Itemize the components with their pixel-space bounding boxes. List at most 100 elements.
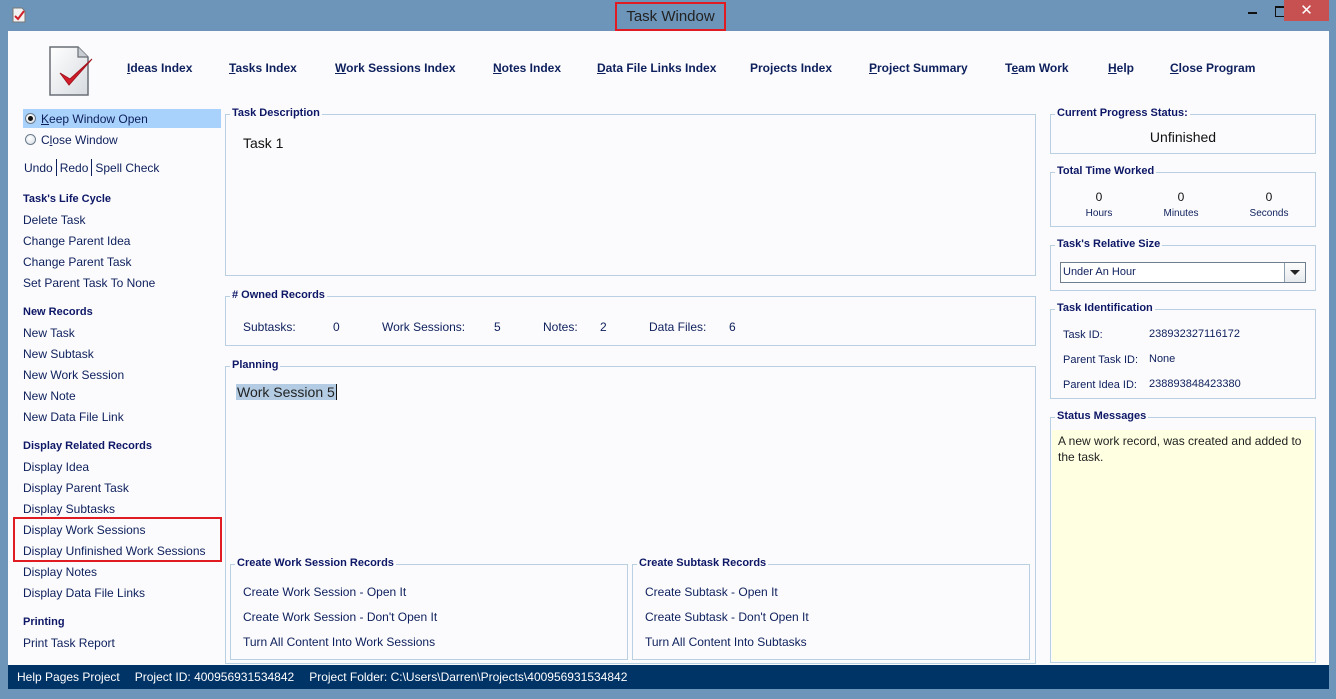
chevron-down-icon[interactable] bbox=[1284, 263, 1305, 282]
nav-project-summary[interactable]: Project Summary bbox=[869, 61, 968, 75]
nav-projects-index[interactable]: Projects Index bbox=[750, 61, 832, 75]
hours-label: Hours bbox=[1085, 208, 1113, 219]
edit-links: Undo Redo Spell Check bbox=[24, 159, 159, 178]
section-heading-life-cycle: Task's Life Cycle bbox=[23, 193, 112, 205]
title-bar: Task Window ✕ bbox=[0, 0, 1336, 31]
relative-size-panel: Task's Relative Size Under An Hour bbox=[1050, 238, 1316, 291]
planning-panel[interactable]: Planning Work Session 5 Create Work Sess… bbox=[225, 359, 1036, 664]
display-parent-task-link[interactable]: Display Parent Task bbox=[23, 481, 129, 495]
nav-close-program[interactable]: Close Program bbox=[1170, 61, 1255, 75]
owned-records-panel: # Owned Records Subtasks: 0 Work Session… bbox=[225, 289, 1036, 346]
new-subtask-link[interactable]: New Subtask bbox=[23, 347, 94, 361]
new-task-link[interactable]: New Task bbox=[23, 326, 75, 340]
nav-team-work[interactable]: Team Work bbox=[1005, 61, 1069, 75]
new-work-session-link[interactable]: New Work Session bbox=[23, 368, 124, 382]
top-nav: Ideas Index Tasks Index Work Sessions In… bbox=[8, 61, 1329, 81]
parent-task-id-value: None bbox=[1149, 353, 1176, 365]
create-subtask-open-link[interactable]: Create Subtask - Open It bbox=[645, 585, 778, 599]
window-title: Task Window bbox=[615, 2, 726, 31]
task-description-text[interactable]: Task 1 bbox=[243, 135, 283, 151]
relative-size-value: Under An Hour bbox=[1063, 266, 1136, 278]
change-parent-task-link[interactable]: Change Parent Task bbox=[23, 255, 132, 269]
radio-unselected-icon bbox=[25, 134, 36, 145]
task-id-label: Task ID: bbox=[1063, 329, 1103, 341]
turn-content-into-work-sessions-link[interactable]: Turn All Content Into Work Sessions bbox=[243, 635, 435, 649]
panel-title: Task Description bbox=[230, 107, 322, 119]
relative-size-dropdown[interactable]: Under An Hour bbox=[1060, 262, 1306, 283]
status-messages-panel: Status Messages A new work record, was c… bbox=[1050, 410, 1316, 663]
panel-title: Current Progress Status: bbox=[1055, 107, 1190, 119]
parent-task-id-label: Parent Task ID: bbox=[1063, 354, 1138, 366]
data-files-count: 6 bbox=[729, 320, 736, 334]
display-idea-link[interactable]: Display Idea bbox=[23, 460, 89, 474]
divider bbox=[55, 159, 57, 176]
panel-title: Create Subtask Records bbox=[637, 557, 769, 569]
task-id-value: 238932327116172 bbox=[1149, 328, 1240, 340]
new-note-link[interactable]: New Note bbox=[23, 389, 76, 403]
annotation-highlight-box bbox=[13, 517, 222, 562]
seconds-display: 0 Seconds bbox=[1234, 190, 1304, 219]
divider bbox=[91, 159, 93, 176]
keep-window-open-radio[interactable]: Keep Window Open bbox=[23, 109, 221, 128]
close-button[interactable]: ✕ bbox=[1284, 0, 1329, 21]
display-notes-link[interactable]: Display Notes bbox=[23, 565, 97, 579]
delete-task-link[interactable]: Delete Task bbox=[23, 213, 85, 227]
progress-status-value: Unfinished bbox=[1149, 129, 1217, 145]
display-data-file-links-link[interactable]: Display Data File Links bbox=[23, 586, 145, 600]
task-description-panel[interactable]: Task Description Task 1 bbox=[225, 107, 1036, 276]
radio-selected-icon bbox=[25, 113, 36, 124]
window-client: Ideas Index Tasks Index Work Sessions In… bbox=[8, 31, 1329, 665]
data-files-count-label: Data Files: bbox=[649, 320, 707, 334]
create-work-session-panel: Create Work Session Records Create Work … bbox=[230, 557, 628, 660]
task-identification-panel: Task Identification Task ID: 23893232711… bbox=[1050, 302, 1316, 399]
section-heading-display-related: Display Related Records bbox=[23, 440, 152, 452]
change-parent-idea-link[interactable]: Change Parent Idea bbox=[23, 234, 130, 248]
nav-work-sessions-index[interactable]: Work Sessions Index bbox=[335, 61, 456, 75]
seconds-value: 0 bbox=[1265, 190, 1273, 204]
nav-ideas-index[interactable]: Ideas Index bbox=[127, 61, 192, 75]
panel-title: Planning bbox=[230, 359, 281, 371]
display-subtasks-link[interactable]: Display Subtasks bbox=[23, 502, 115, 516]
project-name: Help Pages Project bbox=[17, 670, 120, 684]
create-work-session-dont-open-link[interactable]: Create Work Session - Don't Open It bbox=[243, 610, 437, 624]
progress-status-panel: Current Progress Status: Unfinished bbox=[1050, 107, 1316, 154]
spell-check-link[interactable]: Spell Check bbox=[95, 161, 159, 178]
nav-notes-index[interactable]: Notes Index bbox=[493, 61, 561, 75]
work-sessions-count-label: Work Sessions: bbox=[382, 320, 466, 334]
turn-content-into-subtasks-link[interactable]: Turn All Content Into Subtasks bbox=[645, 635, 807, 649]
nav-tasks-index[interactable]: Tasks Index bbox=[229, 61, 297, 75]
new-data-file-link-link[interactable]: New Data File Link bbox=[23, 410, 124, 424]
notes-count: 2 bbox=[600, 320, 607, 334]
subtasks-count: 0 bbox=[333, 320, 340, 334]
set-parent-task-none-link[interactable]: Set Parent Task To None bbox=[23, 276, 155, 290]
panel-title: Task's Relative Size bbox=[1055, 238, 1163, 250]
section-heading-new-records: New Records bbox=[23, 306, 93, 318]
minimize-button[interactable] bbox=[1238, 0, 1266, 21]
status-bar: Help Pages Project Project ID: 400956931… bbox=[8, 665, 1329, 689]
project-id: Project ID: 400956931534842 bbox=[134, 670, 295, 684]
create-subtask-panel: Create Subtask Records Create Subtask - … bbox=[632, 557, 1030, 660]
panel-title: Status Messages bbox=[1055, 410, 1149, 422]
create-work-session-open-link[interactable]: Create Work Session - Open It bbox=[243, 585, 406, 599]
panel-title: Task Identification bbox=[1055, 302, 1155, 314]
nav-help[interactable]: Help bbox=[1108, 61, 1134, 75]
undo-link[interactable]: Undo bbox=[24, 161, 53, 178]
minutes-display: 0 Minutes bbox=[1146, 190, 1216, 219]
nav-data-file-links-index[interactable]: Data File Links Index bbox=[597, 61, 716, 75]
close-window-radio[interactable]: Close Window bbox=[23, 130, 221, 149]
print-task-report-link[interactable]: Print Task Report bbox=[23, 636, 115, 650]
hours-display: 0 Hours bbox=[1064, 190, 1134, 219]
notes-count-label: Notes: bbox=[543, 320, 578, 334]
parent-idea-id-value: 238893848423380 bbox=[1149, 378, 1241, 390]
minutes-value: 0 bbox=[1177, 190, 1185, 204]
app-icon bbox=[12, 7, 26, 23]
planning-text[interactable]: Work Session 5 bbox=[236, 384, 337, 400]
create-subtask-dont-open-link[interactable]: Create Subtask - Don't Open It bbox=[645, 610, 809, 624]
subtasks-count-label: Subtasks: bbox=[243, 320, 296, 334]
minutes-label: Minutes bbox=[1163, 208, 1199, 219]
section-heading-printing: Printing bbox=[23, 616, 65, 628]
redo-link[interactable]: Redo bbox=[60, 161, 89, 178]
panel-title: Total Time Worked bbox=[1055, 165, 1157, 177]
work-sessions-count: 5 bbox=[494, 320, 501, 334]
project-folder: Project Folder: C:\Users\Darren\Projects… bbox=[309, 670, 628, 684]
